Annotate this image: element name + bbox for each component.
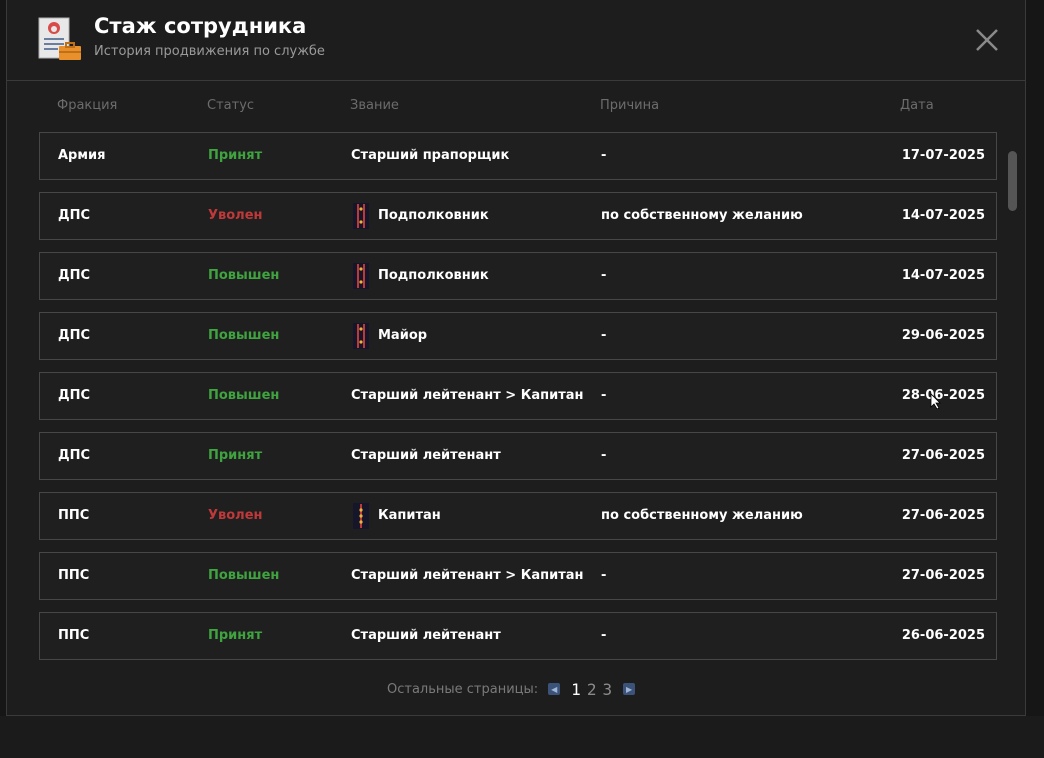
date-cell: 27-06-2025	[901, 568, 985, 583]
one-stripe-rank-icon	[353, 503, 369, 529]
reason-cell: -	[601, 568, 607, 583]
date-cell: 28-06-2025	[901, 388, 985, 403]
reason-cell: по собственному желанию	[601, 208, 803, 223]
two-stripe-rank-icon	[353, 323, 369, 349]
reason-cell: -	[601, 268, 607, 283]
table-row[interactable]: ДПС Уволен Подполковник по собственному жел…	[39, 192, 997, 240]
rank-cell: Капитан	[351, 493, 441, 539]
reason-cell: -	[601, 448, 607, 463]
status-cell: Уволен	[208, 508, 263, 523]
faction-cell: ДПС	[58, 268, 90, 283]
table-row[interactable]: ППС Повышен Старший лейтенант > Капитан - 27…	[39, 552, 997, 600]
faction-cell: ДПС	[58, 328, 90, 343]
faction-cell: Армия	[58, 148, 106, 163]
date-cell: 27-06-2025	[901, 508, 985, 523]
rank-cell: Старший лейтенант	[351, 433, 501, 479]
rank-label: Старший лейтенант > Капитан	[351, 388, 584, 403]
next-page-icon[interactable]: ▶	[623, 683, 636, 695]
pagination: Остальные страницы: ◀ 1 2 3 ▶	[387, 678, 636, 700]
status-cell: Повышен	[208, 328, 280, 343]
faction-cell: ППС	[58, 628, 90, 643]
table-row[interactable]: ДПС Повышен Старший лейтенант > Капитан - 28…	[39, 372, 997, 420]
status-cell: Принят	[208, 148, 263, 163]
rank-cell: Старший лейтенант > Капитан	[351, 373, 584, 419]
column-header-date: Дата	[900, 98, 934, 113]
rank-label: Старший лейтенант	[351, 448, 501, 463]
status-cell: Уволен	[208, 208, 263, 223]
window-subtitle: История продвижения по службе	[94, 44, 325, 59]
table-row[interactable]: Армия Принят Старший прапорщик - 17-07-2025	[39, 132, 997, 180]
seniority-window: Стаж сотрудника История продвижения по с…	[6, 0, 1026, 716]
rank-label: Майор	[378, 328, 428, 343]
page-2-button[interactable]: 2	[587, 680, 597, 699]
status-cell: Принят	[208, 448, 263, 463]
rank-cell: Подполковник	[351, 193, 489, 239]
rank-cell: Старший лейтенант	[351, 613, 501, 659]
scrollbar-track[interactable]	[1007, 132, 1017, 660]
rank-label: Подполковник	[378, 208, 489, 223]
reason-cell: -	[601, 388, 607, 403]
prev-page-icon[interactable]: ◀	[548, 683, 561, 695]
document-briefcase-icon	[38, 17, 81, 60]
reason-cell: -	[601, 148, 607, 163]
reason-cell: по собственному желанию	[601, 508, 803, 523]
rank-label: Капитан	[378, 508, 441, 523]
rank-cell: Старший прапорщик	[351, 133, 509, 179]
rank-label: Старший прапорщик	[351, 148, 510, 163]
status-cell: Повышен	[208, 268, 280, 283]
rank-cell: Майор	[351, 313, 427, 359]
column-header-faction: Фракция	[57, 98, 118, 113]
faction-cell: ДПС	[58, 388, 90, 403]
status-cell: Повышен	[208, 388, 280, 403]
reason-cell: -	[601, 628, 607, 643]
table-row[interactable]: ППС Уволен Капитан по собственному желанию 2…	[39, 492, 997, 540]
faction-cell: ППС	[58, 508, 90, 523]
rank-label: Подполковник	[378, 268, 489, 283]
date-cell: 14-07-2025	[901, 208, 985, 223]
column-header-status: Статус	[207, 98, 255, 113]
rank-label: Старший лейтенант > Капитан	[351, 568, 584, 583]
pagination-label: Остальные страницы:	[387, 681, 539, 697]
rank-label: Старший лейтенант	[351, 628, 501, 643]
faction-cell: ДПС	[58, 448, 90, 463]
date-cell: 26-06-2025	[901, 628, 985, 643]
reason-cell: -	[601, 328, 607, 343]
page-1-button[interactable]: 1	[571, 680, 581, 699]
rank-cell: Подполковник	[351, 253, 489, 299]
status-cell: Повышен	[208, 568, 280, 583]
window-header: Стаж сотрудника История продвижения по с…	[7, 0, 1025, 81]
date-cell: 27-06-2025	[901, 448, 985, 463]
column-header-rank: Звание	[350, 98, 399, 113]
close-icon[interactable]	[973, 26, 1001, 54]
faction-cell: ППС	[58, 568, 90, 583]
table-row[interactable]: ППС Принят Старший лейтенант - 26-06-2025	[39, 612, 997, 660]
table-row[interactable]: ДПС Повышен Подполковник - 14-07-2025	[39, 252, 997, 300]
faction-cell: ДПС	[58, 208, 90, 223]
mouse-cursor-icon	[930, 393, 941, 409]
rank-cell: Старший лейтенант > Капитан	[351, 553, 584, 599]
two-stripe-rank-icon	[353, 263, 369, 289]
date-cell: 14-07-2025	[901, 268, 985, 283]
background	[0, 716, 1044, 758]
date-cell: 17-07-2025	[901, 148, 985, 163]
date-cell: 29-06-2025	[901, 328, 985, 343]
history-list[interactable]: Армия Принят Старший прапорщик - 17-07-2025 Д…	[39, 132, 997, 660]
scrollbar-thumb[interactable]	[1008, 151, 1017, 211]
column-header-reason: Причина	[600, 98, 660, 113]
table-row[interactable]: ДПС Повышен Майор - 29-06-2025	[39, 312, 997, 360]
page-3-button[interactable]: 3	[602, 680, 612, 699]
window-title: Стаж сотрудника	[94, 14, 307, 38]
two-stripe-rank-icon	[353, 203, 369, 229]
status-cell: Принят	[208, 628, 263, 643]
table-row[interactable]: ДПС Принят Старший лейтенант - 27-06-2025	[39, 432, 997, 480]
